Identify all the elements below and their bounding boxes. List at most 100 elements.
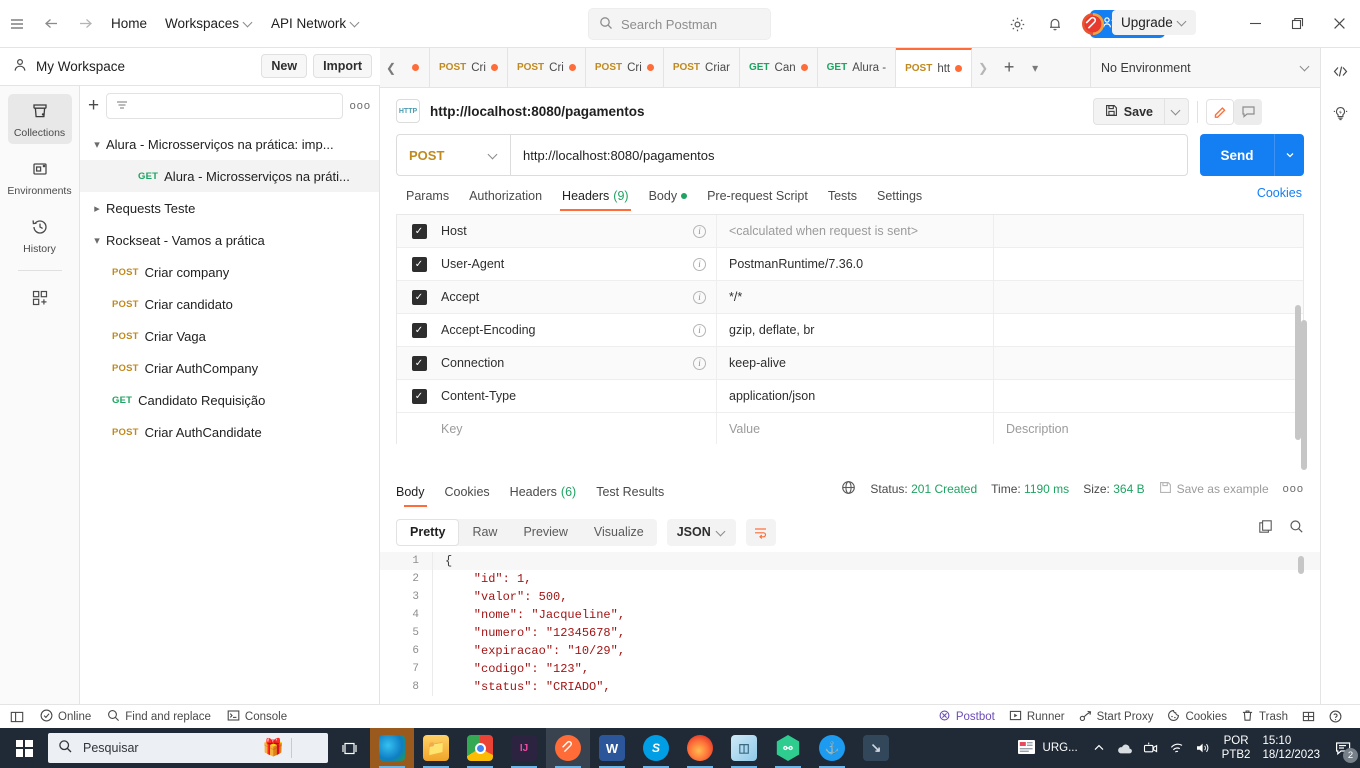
rail-item-history[interactable]: History <box>8 210 72 260</box>
arrow-left-icon[interactable] <box>34 9 68 39</box>
table-row[interactable]: ✓ User-Agent i PostmanRuntime/7.36.0 <box>397 248 1303 281</box>
request-tab[interactable]: POST Criar <box>663 48 740 87</box>
header-key-cell[interactable]: User-Agent i <box>441 248 717 280</box>
rail-item-add-modules[interactable] <box>8 281 72 316</box>
new-tab-button[interactable]: + <box>994 48 1024 87</box>
response-tab-headers[interactable]: Headers (6) <box>500 476 587 507</box>
row-checkbox[interactable]: ✓ <box>397 256 441 272</box>
onedrive-icon[interactable] <box>1112 728 1138 768</box>
arrow-right-icon[interactable] <box>68 9 102 39</box>
taskbar-app-notepad[interactable]: ◫ <box>722 728 766 768</box>
tree-folder-row[interactable]: ▾ Rockseat - Vamos a prática <box>80 224 379 256</box>
task-view-icon[interactable] <box>328 728 370 768</box>
request-tab[interactable]: POST Cri <box>585 48 664 87</box>
nav-api-network[interactable]: API Network <box>262 11 369 36</box>
lightbulb-icon[interactable] <box>1327 100 1355 126</box>
taskbar-app-google-chrome[interactable] <box>458 728 502 768</box>
header-description-cell[interactable] <box>994 347 1303 379</box>
taskbar-app-microsoft-edge[interactable] <box>370 728 414 768</box>
tree-request-row[interactable]: POST Criar company <box>80 256 379 288</box>
taskbar-app-microsoft-word[interactable]: W <box>590 728 634 768</box>
send-dropdown-chevron-down-icon[interactable] <box>1274 134 1304 176</box>
response-tab-test-results[interactable]: Test Results <box>586 476 674 507</box>
notifications-icon[interactable]: 2 <box>1326 728 1360 768</box>
view-mode-preview[interactable]: Preview <box>510 519 580 546</box>
console-button[interactable]: Console <box>227 709 287 725</box>
new-button[interactable]: New <box>261 54 308 78</box>
code-snippet-icon[interactable] <box>1327 58 1355 84</box>
comment-icon[interactable] <box>1234 98 1262 125</box>
header-description-cell[interactable] <box>994 281 1303 313</box>
table-row[interactable]: ✓ Host i <calculated when request is sen… <box>397 215 1303 248</box>
taskbar-search-input[interactable]: Pesquisar 🎁 <box>48 733 328 763</box>
header-description-cell[interactable] <box>994 215 1303 247</box>
taskbar-app-intellij-idea[interactable]: IJ <box>502 728 546 768</box>
table-row-placeholder[interactable]: Key Value Description <box>397 413 1303 444</box>
cookies-link[interactable]: Cookies <box>1257 186 1302 200</box>
header-key-cell[interactable]: Host i <box>441 215 717 247</box>
taskbar-app-bitwarden[interactable]: ⚯ <box>766 728 810 768</box>
response-body-viewer[interactable]: 1 { 2 "id": 1, 3 "valor": 500, 4 "nome":… <box>380 552 1320 704</box>
row-checkbox[interactable]: ✓ <box>397 322 441 338</box>
more-options-icon[interactable]: ooo <box>350 100 371 112</box>
chevron-left-icon[interactable]: ❮ <box>380 48 402 87</box>
url-input[interactable]: http://localhost:8080/pagamentos <box>510 134 1188 176</box>
trash-button[interactable]: Trash <box>1241 709 1288 725</box>
row-checkbox[interactable]: ✓ <box>397 289 441 305</box>
wifi-icon[interactable] <box>1164 728 1190 768</box>
tab-pre-request-script[interactable]: Pre-request Script <box>697 180 818 211</box>
header-value-cell[interactable]: PostmanRuntime/7.36.0 <box>717 248 994 280</box>
taskbar-app-file-explorer[interactable]: 📁 <box>414 728 458 768</box>
view-mode-pretty[interactable]: Pretty <box>396 518 460 546</box>
header-description-cell[interactable] <box>994 314 1303 346</box>
header-key-cell[interactable]: Accept-Encoding i <box>441 314 717 346</box>
table-row[interactable]: ✓ Accept i */* <box>397 281 1303 314</box>
nav-home[interactable]: Home <box>102 11 156 36</box>
row-checkbox[interactable]: ✓ <box>397 355 441 371</box>
response-tab-body[interactable]: Body <box>396 476 435 507</box>
taskbar-app-workbench[interactable]: ↘ <box>854 728 898 768</box>
status-online[interactable]: Online <box>40 709 91 725</box>
import-button[interactable]: Import <box>313 54 372 78</box>
tree-request-row[interactable]: POST Criar AuthCompany <box>80 352 379 384</box>
main-panel-scrollbar[interactable] <box>1301 320 1307 470</box>
hamburger-icon[interactable] <box>0 9 34 39</box>
postman-avatar-icon[interactable] <box>1076 9 1110 39</box>
table-row[interactable]: ✓ Content-Type application/json <box>397 380 1303 413</box>
upgrade-button[interactable]: Upgrade <box>1112 10 1196 35</box>
request-tab[interactable]: GET Can <box>739 48 818 87</box>
save-button[interactable]: Save <box>1092 98 1164 125</box>
save-dropdown-chevron-down-icon[interactable] <box>1164 98 1189 125</box>
copy-icon[interactable] <box>1258 519 1273 537</box>
tab-tests[interactable]: Tests <box>818 180 867 211</box>
find-and-replace-button[interactable]: Find and replace <box>107 709 211 725</box>
header-description-placeholder[interactable]: Description <box>994 413 1303 444</box>
postbot-button[interactable]: Postbot <box>938 709 995 725</box>
search-icon[interactable] <box>1289 519 1304 537</box>
clock[interactable]: 15:10 18/12/2023 <box>1256 734 1326 762</box>
taskbar-app-postman[interactable] <box>546 728 590 768</box>
windows-start-icon[interactable] <box>0 728 48 768</box>
edit-pencil-icon[interactable] <box>1206 98 1234 125</box>
header-value-cell[interactable]: application/json <box>717 380 994 412</box>
rail-item-collections[interactable]: Collections <box>7 94 72 144</box>
row-checkbox[interactable]: ✓ <box>397 388 441 404</box>
table-row[interactable]: ✓ Accept-Encoding i gzip, deflate, br <box>397 314 1303 347</box>
info-icon[interactable]: i <box>693 224 706 238</box>
globe-icon[interactable] <box>841 480 856 498</box>
header-key-cell[interactable]: Connection i <box>441 347 717 379</box>
response-tab-cookies[interactable]: Cookies <box>435 476 500 507</box>
header-description-cell[interactable] <box>994 248 1303 280</box>
tab-settings[interactable]: Settings <box>867 180 932 211</box>
news-and-weather[interactable]: URG... <box>1017 738 1086 759</box>
send-button[interactable]: Send <box>1200 134 1274 176</box>
taskbar-app-firefox[interactable] <box>678 728 722 768</box>
tree-request-row[interactable]: POST Criar Vaga <box>80 320 379 352</box>
request-tab-active[interactable]: POST htt <box>896 48 973 87</box>
http-method-selector[interactable]: POST <box>396 134 510 176</box>
chevron-right-icon[interactable]: ▸ <box>88 202 106 215</box>
request-tab[interactable]: POST Cri <box>507 48 586 87</box>
maximize-button[interactable] <box>1276 0 1318 47</box>
sidebar-toggle-icon[interactable] <box>10 710 24 724</box>
plus-icon[interactable]: + <box>88 96 99 115</box>
